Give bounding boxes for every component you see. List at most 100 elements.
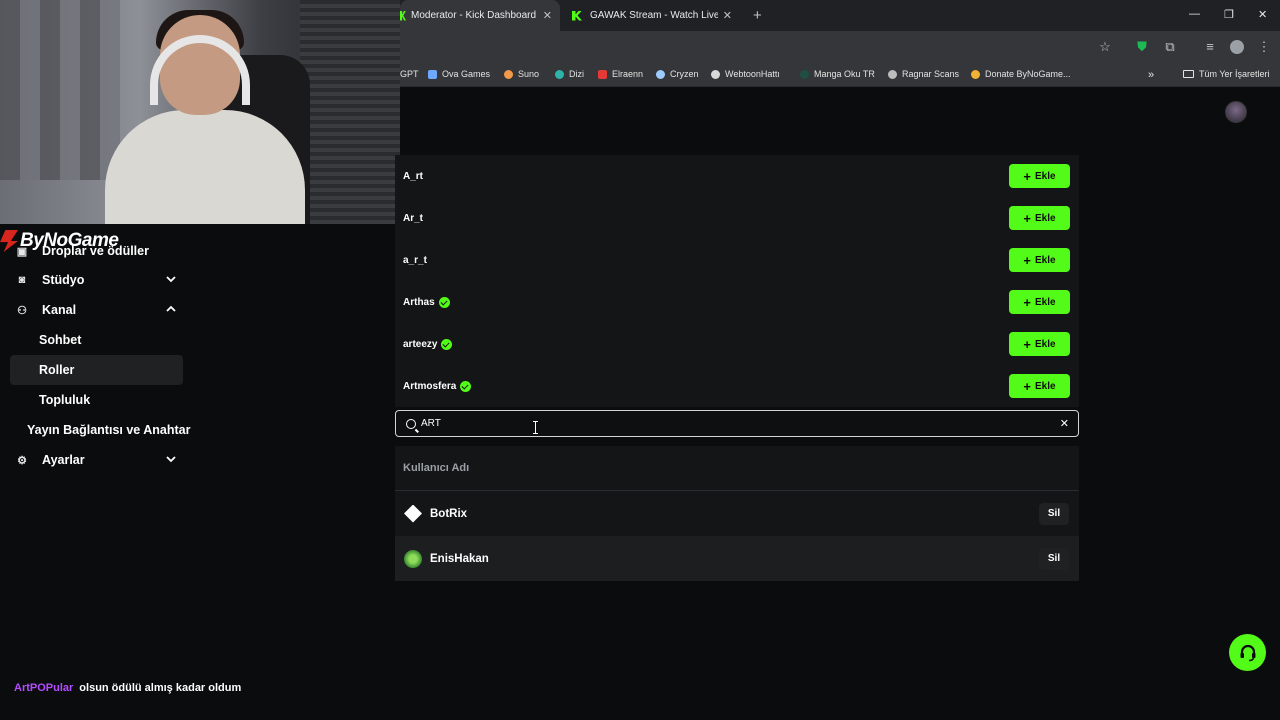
clear-search-icon[interactable]: ✕ — [1060, 417, 1069, 430]
sidebar-item-label: Sohbet — [39, 333, 82, 347]
bookmark-item[interactable]: Manga Oku TR — [800, 69, 875, 79]
stream-chat-overlay: ArtPOPular olsun ödülü almış kadar oldum — [0, 675, 1280, 700]
all-bookmarks-folder[interactable]: Tüm Yer İşaretleri — [1183, 69, 1270, 79]
result-username: a_r_t — [403, 254, 427, 266]
member-username: EnisHakan — [430, 552, 489, 565]
browser-toolbar: ☆ ⛊ ⧉ ≡ ⋮ — [400, 31, 1280, 63]
bookmark-item[interactable]: Suno — [504, 69, 539, 79]
menu-kebab-icon[interactable]: ⋮ — [1257, 40, 1271, 54]
plus-icon: + — [1023, 210, 1031, 226]
chevron-down-icon — [166, 276, 176, 283]
logo-text: ByNoGame — [20, 230, 119, 251]
add-button-label: Ekle — [1035, 338, 1056, 350]
close-window-icon[interactable]: ✕ — [1258, 8, 1267, 21]
minimize-icon[interactable]: — — [1189, 8, 1200, 20]
tab-moderator[interactable]: Moderator - Kick Dashboard ✕ — [400, 0, 560, 31]
new-tab-icon[interactable]: + — [753, 7, 762, 24]
add-button[interactable]: + Ekle — [1009, 248, 1070, 272]
verified-badge-icon — [460, 380, 472, 392]
bookmark-item[interactable]: GPT — [400, 69, 419, 79]
bookmark-favicon-icon — [428, 69, 437, 79]
sidebar-item-community[interactable]: Topluluk — [10, 385, 183, 415]
add-button[interactable]: + Ekle — [1009, 332, 1070, 356]
chat-message: olsun ödülü almış kadar oldum — [79, 681, 242, 694]
member-username: BotRix — [430, 507, 468, 520]
remove-button[interactable]: Sil — [1039, 502, 1069, 525]
sidebar-item-label: Ayarlar — [42, 453, 85, 467]
dashboard-topbar — [400, 88, 1280, 150]
gear-icon: ⚙ — [17, 454, 27, 467]
list-item: Ar_t + Ekle — [395, 197, 1079, 239]
bookmark-item[interactable]: WebtoonHattı — [711, 69, 780, 79]
chevron-down-icon — [166, 456, 176, 463]
result-username: Artmosfera — [403, 380, 457, 392]
user-avatar[interactable] — [1225, 101, 1247, 123]
media-queue-icon[interactable]: ≡ — [1203, 40, 1217, 54]
role-members-table: Kullanıcı Adı BotRix Sil EnisHakan Sil — [395, 446, 1079, 581]
support-button[interactable] — [1229, 634, 1266, 671]
bookmark-favicon-icon — [800, 69, 809, 79]
add-button[interactable]: + Ekle — [1009, 206, 1070, 230]
botrix-avatar — [404, 504, 422, 523]
table-row: EnisHakan Sil — [395, 536, 1079, 581]
result-username: A_rt — [403, 170, 424, 182]
bookmark-item[interactable]: Dizi — [555, 69, 584, 79]
sidebar-item-label: Yayın Bağlantısı ve Anahtar — [27, 423, 191, 437]
youtube-icon — [598, 69, 607, 79]
chevron-up-icon — [166, 305, 176, 312]
bookmark-label: Donate ByNoGame... — [985, 69, 1071, 79]
bookmark-item[interactable]: Cryzen — [656, 69, 699, 79]
profile-avatar-icon[interactable] — [1230, 40, 1244, 54]
result-username: arteezy — [403, 338, 438, 350]
search-icon — [406, 418, 416, 429]
list-item: arteezy + Ekle — [395, 323, 1079, 365]
list-item: a_r_t + Ekle — [395, 239, 1079, 281]
plus-icon: + — [1023, 336, 1031, 352]
more-bookmarks-icon[interactable]: » — [1148, 69, 1154, 81]
add-button-label: Ekle — [1035, 296, 1056, 308]
bookmark-favicon-icon — [888, 69, 897, 79]
bookmark-favicon-icon — [971, 69, 980, 79]
sidebar-item-chat[interactable]: Sohbet — [10, 325, 183, 355]
chat-username: ArtPOPular — [14, 681, 74, 694]
sidebar-item-stream-key[interactable]: Yayın Bağlantısı ve Anahtar — [10, 415, 190, 445]
bookmark-item[interactable]: Donate ByNoGame... — [971, 69, 1071, 79]
add-button[interactable]: + Ekle — [1009, 374, 1070, 398]
streamer-body — [105, 110, 305, 224]
bookmark-favicon-icon — [555, 69, 564, 79]
remove-button[interactable]: Sil — [1039, 547, 1069, 570]
restore-icon[interactable]: ❐ — [1224, 8, 1234, 21]
sidebar-item-settings[interactable]: ⚙ Ayarlar — [10, 445, 183, 475]
bookmark-label: Ova Games — [442, 69, 491, 79]
add-button-label: Ekle — [1035, 254, 1056, 266]
bookmark-item[interactable]: Ova Games — [428, 69, 490, 79]
bookmark-item[interactable]: Ragnar Scans — [888, 69, 959, 79]
kick-favicon-icon — [572, 10, 582, 21]
bookmark-label: Dizi — [569, 69, 584, 79]
bookmark-item[interactable]: Elraenn — [598, 69, 643, 79]
bynogame-logo: ByNoGame — [0, 228, 119, 254]
shield-extension-icon[interactable]: ⛊ — [1135, 40, 1149, 54]
sidebar-item-roles[interactable]: Roller — [10, 355, 183, 385]
extensions-icon[interactable]: ⧉ — [1163, 40, 1177, 54]
add-button[interactable]: + Ekle — [1009, 290, 1070, 314]
list-item: Artmosfera + Ekle — [395, 365, 1079, 407]
plus-icon: + — [1023, 294, 1031, 310]
star-icon[interactable]: ☆ — [1098, 40, 1112, 54]
user-search-field[interactable]: ✕ — [395, 410, 1079, 437]
bookmark-label: Suno — [518, 69, 540, 79]
browser-tabstrip: Moderator - Kick Dashboard ✕ GAWAK Strea… — [400, 0, 1280, 31]
user-search-results: A_rt + Ekle Ar_t + Ekle a_r_t + Ekle Arthas… — [395, 155, 1079, 407]
result-user: arteezy — [403, 338, 453, 350]
tab-title: GAWAK Stream - Watch Live on — [590, 10, 718, 21]
sidebar-item-channel[interactable]: ⚇ Kanal — [10, 295, 183, 325]
search-input[interactable] — [421, 418, 1021, 429]
bookmark-label: Ragnar Scans — [902, 69, 960, 79]
close-tab-icon[interactable]: ✕ — [543, 9, 552, 22]
sidebar-item-studio[interactable]: ◙ Stüdyo — [10, 265, 183, 295]
add-button[interactable]: + Ekle — [1009, 164, 1070, 188]
tab-gawak-stream[interactable]: GAWAK Stream - Watch Live on ✕ — [572, 0, 740, 31]
webcam-overlay — [0, 0, 400, 224]
table-row: BotRix Sil — [395, 491, 1079, 536]
close-tab-icon[interactable]: ✕ — [723, 9, 732, 22]
